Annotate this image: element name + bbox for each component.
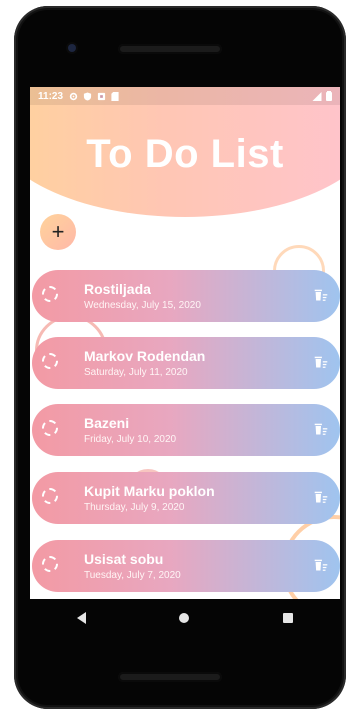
app-screen: 11:23 To Do List + Rostiljada Wednesday,… <box>30 87 340 599</box>
lock-icon <box>97 92 106 100</box>
task-item[interactable]: Bazeni Friday, July 10, 2020 <box>32 404 340 456</box>
add-task-button[interactable]: + <box>40 214 76 250</box>
recents-icon[interactable] <box>283 613 294 623</box>
circle-check-icon[interactable] <box>42 353 58 369</box>
task-date: Saturday, July 11, 2020 <box>84 367 188 378</box>
task-title: Usisat sobu <box>84 551 164 567</box>
task-title: Kupit Marku poklon <box>84 483 215 499</box>
page-title: To Do List <box>86 132 284 176</box>
trash-icon[interactable] <box>312 287 330 305</box>
task-item[interactable]: Kupit Marku poklon Thursday, July 9, 202… <box>32 472 340 524</box>
status-system-icons <box>312 91 332 101</box>
back-icon[interactable] <box>76 612 86 624</box>
circle-check-icon[interactable] <box>42 420 58 436</box>
task-title: Bazeni <box>84 415 130 431</box>
top-speaker <box>118 44 222 54</box>
trash-icon[interactable] <box>312 354 330 372</box>
status-bar: 11:23 <box>30 87 340 105</box>
task-item[interactable]: Markov Rodendan Saturday, July 11, 2020 <box>32 337 340 389</box>
circle-check-icon[interactable] <box>42 488 58 504</box>
android-nav-bar <box>30 599 340 637</box>
trash-icon[interactable] <box>312 421 330 439</box>
task-date: Friday, July 10, 2020 <box>84 434 177 445</box>
task-date: Tuesday, July 7, 2020 <box>84 570 181 581</box>
task-title: Markov Rodendan <box>84 348 206 364</box>
wifi-icon <box>312 91 322 101</box>
shield-icon <box>83 91 92 101</box>
bottom-speaker <box>118 672 222 682</box>
trash-icon[interactable] <box>312 557 330 575</box>
trash-icon[interactable] <box>312 489 330 507</box>
task-item[interactable]: Rostiljada Wednesday, July 15, 2020 <box>32 270 340 322</box>
battery-icon <box>326 91 332 101</box>
status-notification-icons <box>69 91 119 101</box>
task-title: Rostiljada <box>84 281 151 297</box>
circle-check-icon[interactable] <box>42 286 58 302</box>
gear-icon <box>69 92 78 100</box>
status-time: 11:23 <box>38 90 64 102</box>
task-item[interactable]: Usisat sobu Tuesday, July 7, 2020 <box>32 540 340 592</box>
circle-check-icon[interactable] <box>42 556 58 572</box>
front-camera <box>68 44 76 52</box>
sd-card-icon <box>111 91 119 101</box>
task-date: Wednesday, July 15, 2020 <box>84 300 201 311</box>
home-icon[interactable] <box>179 613 190 623</box>
task-date: Thursday, July 9, 2020 <box>84 502 185 513</box>
